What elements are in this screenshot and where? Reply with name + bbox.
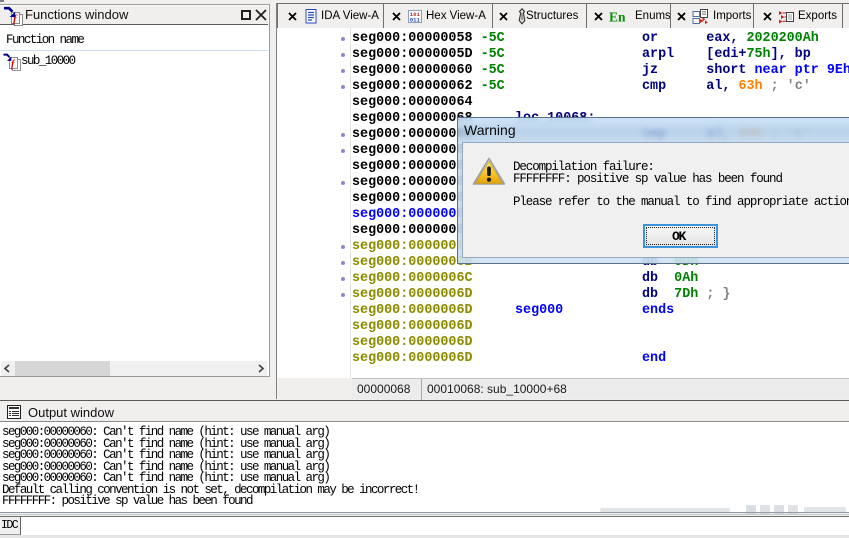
svg-text:011: 011 xyxy=(410,17,421,24)
svg-text:En: En xyxy=(609,10,625,25)
